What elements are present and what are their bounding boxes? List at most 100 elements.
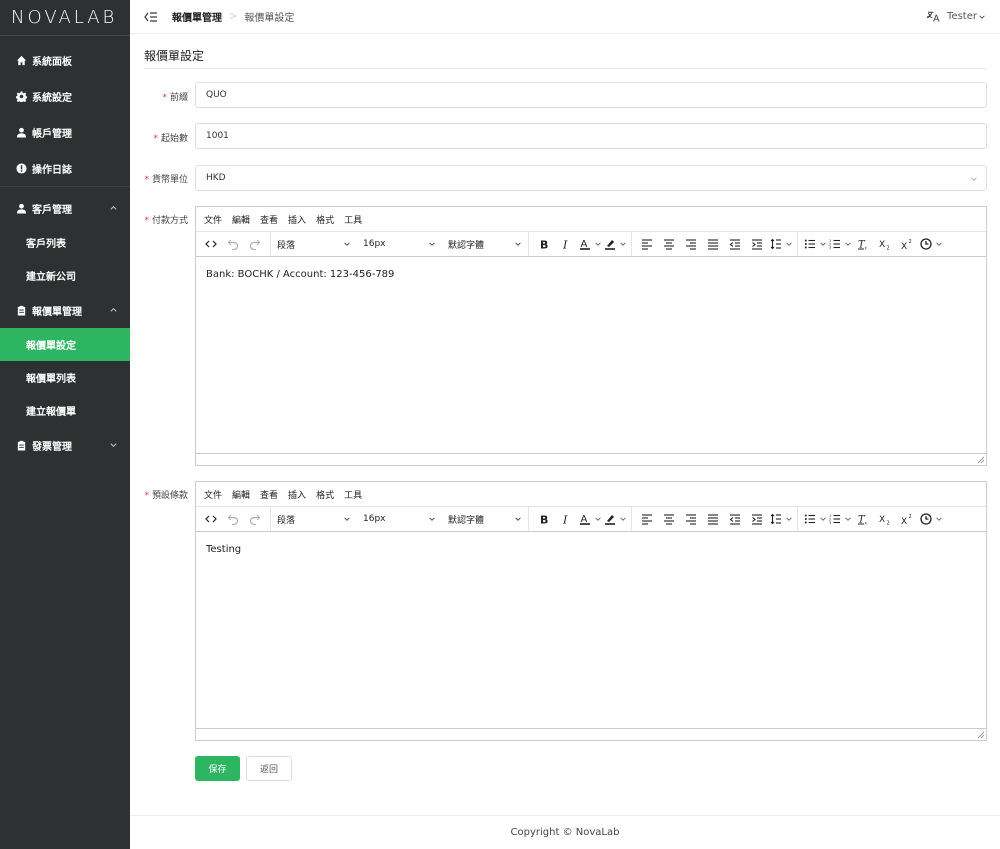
svg-text:3: 3 [829,521,831,525]
undo-icon[interactable] [222,234,244,254]
bold-icon[interactable]: B [533,234,555,254]
bold-icon[interactable]: B [533,509,555,529]
alert-icon [16,162,27,174]
sidebar-item-quotations[interactable]: 報價單管理 [0,292,130,328]
collapse-menu-icon[interactable] [144,11,158,23]
indent-icon[interactable] [746,509,768,529]
menu-insert[interactable]: 插入 [288,213,306,226]
highlight-color-button[interactable] [602,509,627,529]
currency-select[interactable]: HKD [195,165,987,191]
subscript-icon[interactable]: X2 [874,234,896,254]
sidebar-item-accounts[interactable]: 帳戶管理 [0,114,130,150]
menu-edit[interactable]: 編輯 [232,213,250,226]
menu-file[interactable]: 文件 [204,488,222,501]
terms-editor[interactable]: 文件 編輯 查看 插入 格式 工具 段落 16px 默認字體 B I A 1 2… [195,481,987,741]
text-color-button[interactable]: A [577,234,602,254]
align-justify-icon[interactable] [702,509,724,529]
font-family-dropdown[interactable]: 默認字體 [442,232,528,256]
prefix-input[interactable]: QUO [195,82,987,108]
menu-tools[interactable]: 工具 [344,213,362,226]
menu-view[interactable]: 查看 [260,488,278,501]
resize-handle-icon[interactable] [977,456,985,464]
clear-format-icon[interactable]: Tx [852,234,874,254]
sidebar-item-customers[interactable]: 客戶管理 [0,190,130,226]
menu-edit[interactable]: 編輯 [232,488,250,501]
back-button[interactable]: 返回 [246,756,292,781]
clipboard-icon [16,305,27,316]
sidebar-item-create-company[interactable]: 建立新公司 [0,259,130,292]
align-right-icon[interactable] [680,234,702,254]
chevron-down-icon [344,242,350,246]
translate-icon[interactable] [927,9,940,22]
sidebar-item-invoices[interactable]: 發票管理 [0,427,130,463]
svg-text:2: 2 [909,514,912,520]
italic-icon[interactable]: I [555,234,577,254]
menu-view[interactable]: 查看 [260,213,278,226]
menu-tools[interactable]: 工具 [344,488,362,501]
source-code-icon[interactable] [200,509,222,529]
terms-content[interactable]: Testing [196,532,986,728]
insert-datetime-button[interactable] [918,509,943,529]
indent-icon[interactable] [746,234,768,254]
block-format-dropdown[interactable]: 段落 [271,232,357,256]
text-color-button[interactable]: A [577,509,602,529]
sidebar-item-quotation-list[interactable]: 報價單列表 [0,361,130,394]
line-height-button[interactable] [768,509,793,529]
superscript-icon[interactable]: X2 [896,234,918,254]
sidebar-item-quotation-settings[interactable]: 報價單設定 [0,328,130,361]
user-menu[interactable]: Tester [947,11,986,22]
outdent-icon[interactable] [724,234,746,254]
save-button[interactable]: 保存 [195,756,240,781]
subscript-icon[interactable]: X2 [874,509,896,529]
outdent-icon[interactable] [724,509,746,529]
block-format-dropdown[interactable]: 段落 [271,507,357,531]
sidebar-item-dashboard[interactable]: 系統面板 [0,42,130,78]
superscript-icon[interactable]: X2 [896,509,918,529]
italic-icon[interactable]: I [555,509,577,529]
payment-content[interactable]: Bank: BOCHK / Account: 123-456-789 [196,257,986,453]
breadcrumb-separator: > [229,11,238,22]
menu-format[interactable]: 格式 [316,488,334,501]
redo-icon[interactable] [244,234,266,254]
clear-format-icon[interactable]: Tx [852,509,874,529]
breadcrumb-parent[interactable]: 報價單管理 [172,9,222,24]
font-size-dropdown[interactable]: 16px [357,507,442,531]
sidebar-item-create-quotation[interactable]: 建立報價單 [0,394,130,427]
align-right-icon[interactable] [680,509,702,529]
font-family-dropdown[interactable]: 默認字體 [442,507,528,531]
undo-icon[interactable] [222,509,244,529]
start-number-input[interactable]: 1001 [195,123,987,149]
numbered-list-button[interactable]: 123 [827,234,852,254]
menu-insert[interactable]: 插入 [288,488,306,501]
terms-label: * 預設條款 [144,491,188,501]
align-center-icon[interactable] [658,509,680,529]
payment-editor[interactable]: 文件 編輯 查看 插入 格式 工具 段落 16px 默認字體 B I A 1 2… [195,206,987,466]
bullet-list-button[interactable] [802,234,827,254]
menu-format[interactable]: 格式 [316,213,334,226]
resize-handle-icon[interactable] [977,731,985,739]
chevron-down-icon [785,515,793,523]
align-left-icon[interactable] [636,509,658,529]
chevron-down-icon [844,515,852,523]
highlight-color-button[interactable] [602,234,627,254]
menu-file[interactable]: 文件 [204,213,222,226]
source-code-icon[interactable] [200,234,222,254]
insert-datetime-button[interactable] [918,234,943,254]
sidebar-item-label: 客戶列表 [26,239,66,250]
sidebar-item-label: 報價單設定 [26,341,76,352]
redo-icon[interactable] [244,509,266,529]
numbered-list-button[interactable]: 123 [827,509,852,529]
svg-text:2: 2 [887,246,890,251]
sidebar-item-system-settings[interactable]: 系統設定 [0,78,130,114]
bullet-list-button[interactable] [802,509,827,529]
line-height-button[interactable] [768,234,793,254]
font-size-dropdown[interactable]: 16px [357,232,442,256]
align-center-icon[interactable] [658,234,680,254]
home-icon [16,55,27,66]
sidebar-item-logs[interactable]: 操作日誌 [0,150,130,186]
sidebar-item-customer-list[interactable]: 客戶列表 [0,226,130,259]
align-left-icon[interactable] [636,234,658,254]
page-title: 報價單設定 [144,49,205,63]
copyright-text: Copyright © NovaLab [510,827,620,838]
align-justify-icon[interactable] [702,234,724,254]
